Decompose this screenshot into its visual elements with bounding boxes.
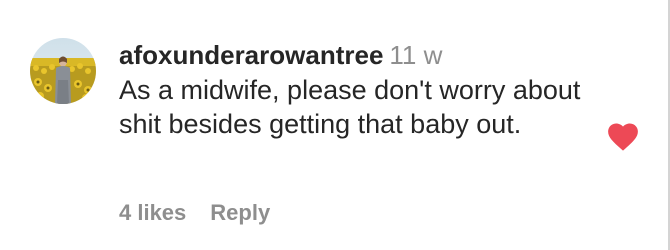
heart-icon-glyph	[608, 123, 638, 151]
avatar-photo	[30, 38, 96, 104]
comment-text: As a midwife, please don't worry about s…	[119, 75, 581, 139]
heart-icon[interactable]	[606, 120, 640, 152]
comment-timestamp[interactable]: 11 w	[389, 40, 442, 70]
comment-actions: 4 likes Reply	[119, 200, 270, 226]
comment-username[interactable]: afoxunderarowantree	[119, 40, 383, 70]
comment-header: afoxunderarowantree 11 w	[119, 38, 619, 72]
likes-count[interactable]: 4 likes	[119, 200, 186, 225]
comment-body: afoxunderarowantree 11 w As a midwife, pl…	[119, 38, 619, 141]
comment: afoxunderarowantree 11 w As a midwife, pl…	[30, 38, 650, 238]
avatar[interactable]	[30, 38, 96, 104]
reply-button[interactable]: Reply	[210, 200, 270, 225]
